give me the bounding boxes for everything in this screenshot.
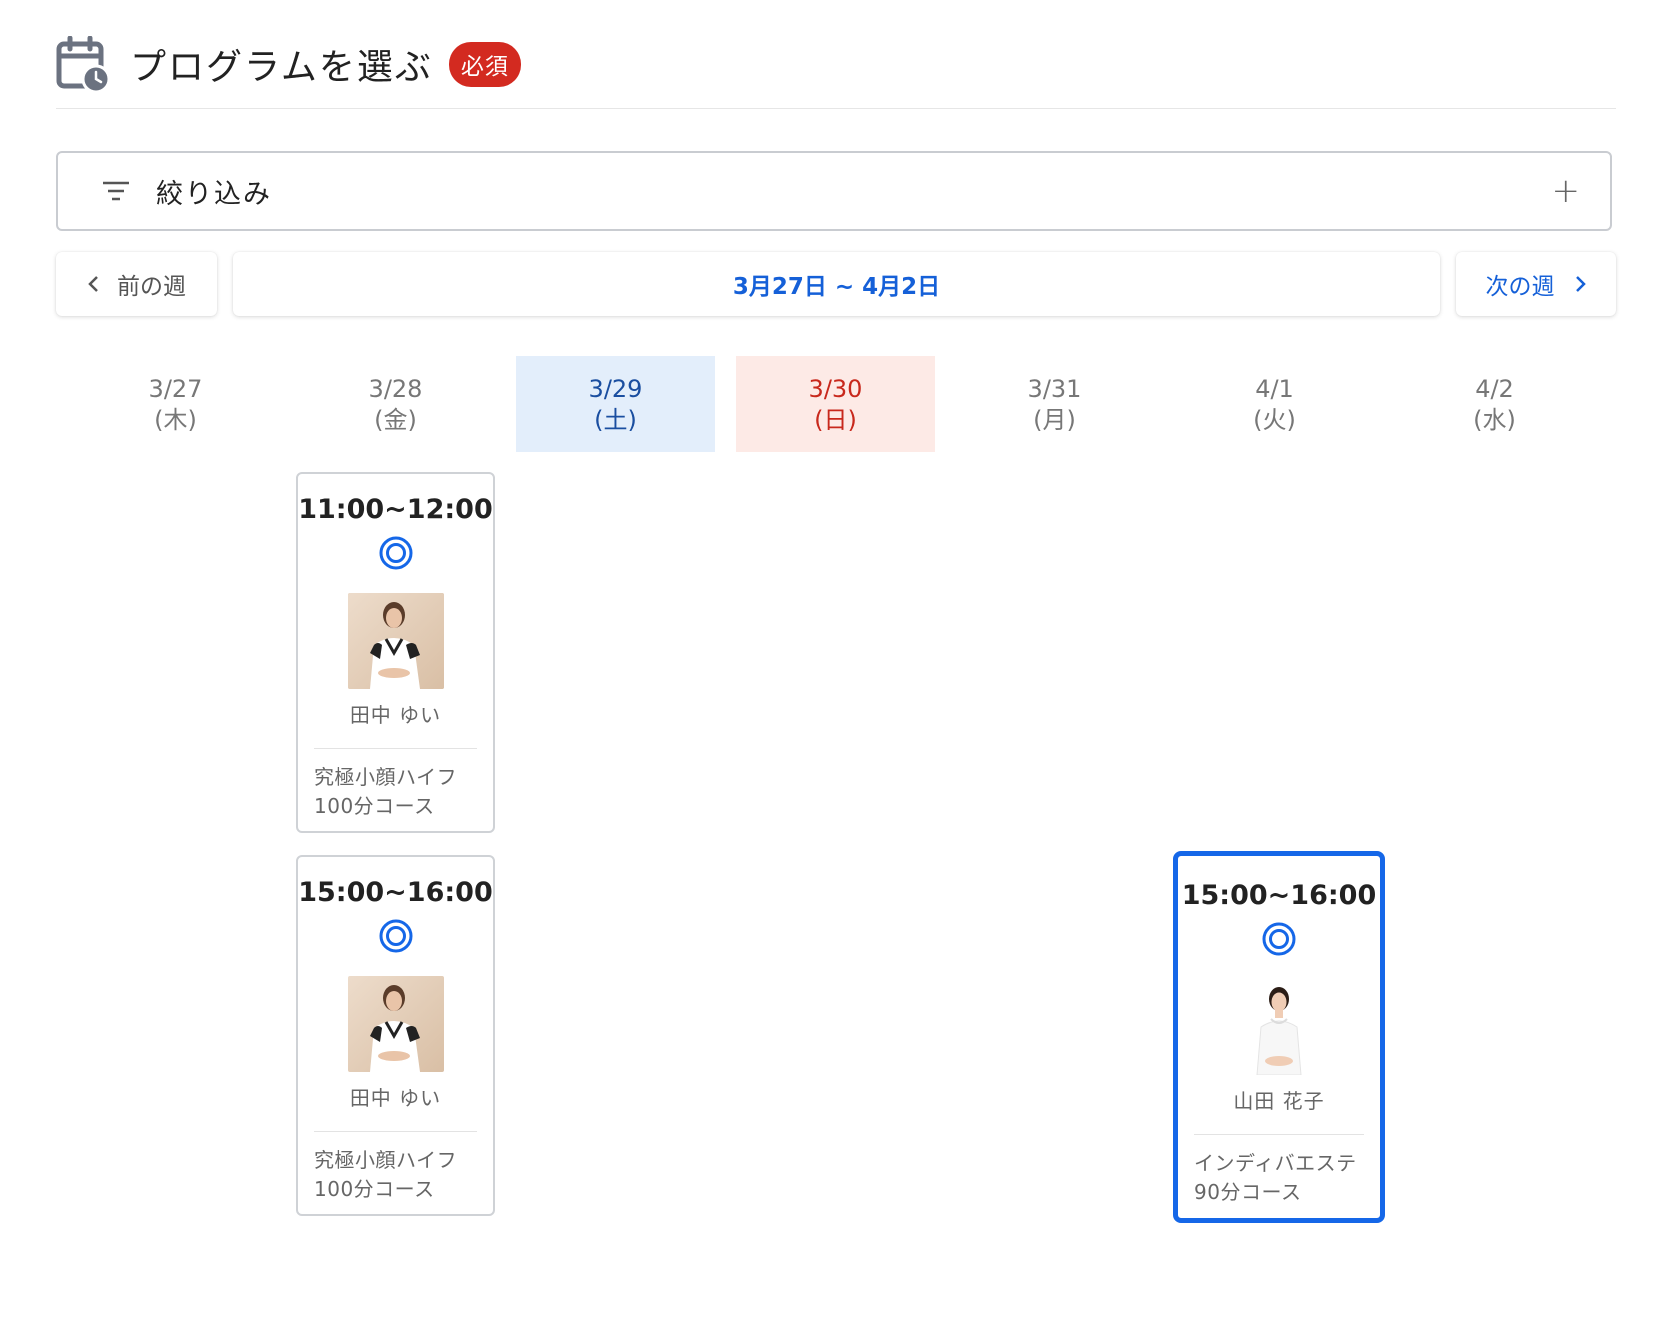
course-line-2: 100分コース [314, 794, 435, 818]
card-divider [314, 748, 477, 749]
day-date: 3/30 [808, 375, 863, 403]
card-divider [314, 1131, 477, 1132]
filter-icon [103, 181, 129, 201]
available-double-circle-icon [379, 919, 412, 953]
course-line-1: 究極小顔ハイフ [314, 765, 458, 789]
day-date: 3/29 [588, 375, 643, 403]
time-slot-card[interactable]: 11:00~12:00 田中 ゆい 究極小顔ハイフ 100分コース [296, 472, 495, 833]
course-name: インディバエステ 90分コース [1194, 1149, 1364, 1207]
section-header: プログラムを選ぶ 必須 [56, 32, 1616, 109]
staff-name: 田中 ゆい [349, 703, 442, 727]
chevron-left-icon [88, 276, 98, 292]
day-date: 4/2 [1475, 375, 1514, 403]
day-weekday: (金) [374, 406, 417, 434]
day-date: 3/31 [1027, 375, 1082, 403]
chevron-right-icon [1575, 276, 1586, 292]
week-range-label: 3月27日 ~ 4月2日 [732, 274, 941, 300]
staff-name: 山田 花子 [1233, 1089, 1325, 1113]
day-weekday: (火) [1253, 406, 1296, 434]
day-weekday: (水) [1473, 406, 1516, 434]
course-name: 究極小顔ハイフ 100分コース [314, 763, 477, 821]
next-week-label: 次の週 [1485, 274, 1555, 300]
time-slot-card[interactable]: 15:00~16:00 田中 ゆい 究極小顔ハイフ 100分コース [296, 855, 495, 1216]
slot-time: 11:00~12:00 [298, 494, 493, 525]
filter-label: 絞り込み [156, 178, 272, 210]
slot-time: 15:00~16:00 [298, 877, 493, 908]
day-header-3-31: 3/31 (月) [955, 356, 1154, 452]
available-double-circle-icon [379, 536, 412, 570]
day-header-3-27: 3/27 (木) [76, 356, 275, 452]
day-date: 3/28 [368, 375, 423, 403]
day-date: 4/1 [1255, 375, 1294, 403]
day-weekday: (日) [814, 406, 857, 434]
day-weekday: (月) [1033, 406, 1076, 434]
staff-avatar [347, 976, 444, 1072]
filter-toggle[interactable]: 絞り込み + [56, 151, 1612, 231]
day-header-3-29: 3/29 (土) [516, 356, 715, 452]
course-line-2: 100分コース [314, 1177, 435, 1201]
day-weekday: (土) [594, 406, 637, 434]
day-header-4-1: 4/1 (火) [1175, 356, 1374, 452]
time-slot-card-selected[interactable]: 15:00~16:00 山田 花子 インディバエステ 90分コース [1173, 851, 1385, 1223]
slot-time: 15:00~16:00 [1181, 880, 1377, 911]
staff-name: 田中 ゆい [349, 1086, 442, 1110]
plus-icon[interactable]: + [1552, 171, 1581, 211]
card-divider [1194, 1134, 1364, 1135]
course-line-1: インディバエステ [1194, 1151, 1357, 1175]
day-header-4-2: 4/2 (水) [1395, 356, 1594, 452]
section-title: プログラムを選ぶ [130, 47, 433, 88]
prev-week-label: 前の週 [117, 274, 186, 300]
required-badge: 必須 [448, 42, 521, 87]
program-selection-page: プログラムを選ぶ 必須 絞り込み + 前の週 3月27日 ~ 4月2日 次の週 … [0, 0, 1672, 1334]
day-date: 3/27 [148, 375, 203, 403]
day-header-3-28: 3/28 (金) [296, 356, 495, 452]
course-line-1: 究極小顔ハイフ [314, 1148, 458, 1172]
calendar-clock-icon [56, 36, 110, 92]
day-weekday: (木) [154, 406, 197, 434]
prev-week-button[interactable]: 前の週 [56, 252, 217, 316]
week-range-display: 3月27日 ~ 4月2日 [233, 252, 1440, 316]
day-header-3-30: 3/30 (日) [736, 356, 935, 452]
course-name: 究極小顔ハイフ 100分コース [314, 1146, 477, 1204]
course-line-2: 90分コース [1194, 1180, 1302, 1204]
next-week-button[interactable]: 次の週 [1456, 252, 1616, 316]
staff-avatar [1231, 979, 1327, 1075]
staff-avatar [347, 593, 444, 689]
available-double-circle-icon [1262, 922, 1296, 956]
